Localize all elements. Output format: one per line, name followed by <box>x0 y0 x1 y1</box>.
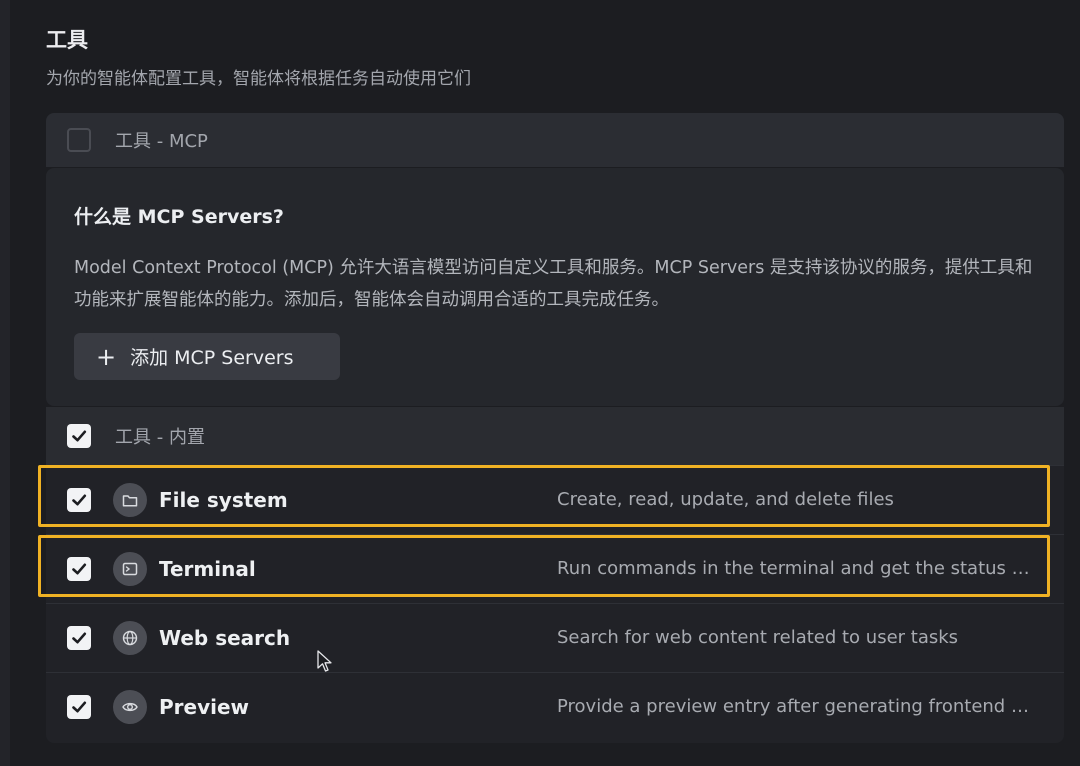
check-icon <box>72 632 87 643</box>
folder-icon <box>113 482 147 517</box>
mcp-card-body: Model Context Protocol (MCP) 允许大语言模型访问自定… <box>74 258 1033 310</box>
section-description: 为你的智能体配置工具，智能体将根据任务自动使用它们 <box>46 69 471 89</box>
sidebar-edge <box>0 0 10 766</box>
tool-checkbox[interactable] <box>67 556 91 581</box>
mouse-cursor-icon <box>317 650 332 672</box>
tool-row-terminal[interactable]: Terminal Run commands in the terminal an… <box>46 534 1064 602</box>
tool-description: Provide a preview entry after generating… <box>557 696 1037 717</box>
tool-description: Create, read, update, and delete files <box>557 489 894 510</box>
tool-row-preview[interactable]: Preview Provide a preview entry after ge… <box>46 672 1064 740</box>
tool-name: File system <box>159 487 288 512</box>
eye-icon <box>113 689 147 724</box>
mcp-card-title: 什么是 MCP Servers? <box>74 206 284 228</box>
tool-row-file-system[interactable]: File system Create, read, update, and de… <box>46 465 1064 533</box>
tool-name: Preview <box>159 694 250 719</box>
tool-description: Search for web content related to user t… <box>557 627 959 648</box>
plus-icon: + <box>96 342 117 371</box>
check-icon <box>72 494 87 505</box>
mcp-info-card: 什么是 MCP Servers? Model Context Protocol … <box>46 168 1064 406</box>
tool-name: Web search <box>159 625 291 650</box>
builtin-group-label: 工具 - 内置 <box>115 427 205 448</box>
mcp-group-checkbox[interactable] <box>67 128 91 152</box>
tool-row-web-search[interactable]: Web search Search for web content relate… <box>46 603 1064 671</box>
builtin-tools-panel: 工具 - 内置 File system Create, read, update… <box>46 407 1064 743</box>
tool-checkbox[interactable] <box>67 625 91 650</box>
check-icon <box>72 563 87 574</box>
add-mcp-servers-label: 添加 MCP Servers <box>130 347 294 369</box>
tool-checkbox[interactable] <box>67 694 91 719</box>
globe-icon <box>113 620 147 655</box>
section-title: 工具 <box>46 28 88 52</box>
tool-name: Terminal <box>159 556 256 581</box>
add-mcp-servers-button[interactable]: + 添加 MCP Servers <box>74 333 340 380</box>
mcp-group-header: 工具 - MCP <box>46 113 1064 167</box>
tool-checkbox[interactable] <box>67 487 91 512</box>
check-icon <box>72 701 87 712</box>
builtin-group-checkbox[interactable] <box>67 424 91 448</box>
tool-description: Run commands in the terminal and get the… <box>557 558 1037 579</box>
check-icon <box>72 430 87 442</box>
mcp-group-label: 工具 - MCP <box>115 131 208 152</box>
builtin-group-header: 工具 - 内置 <box>46 407 1064 465</box>
terminal-icon <box>113 551 147 586</box>
